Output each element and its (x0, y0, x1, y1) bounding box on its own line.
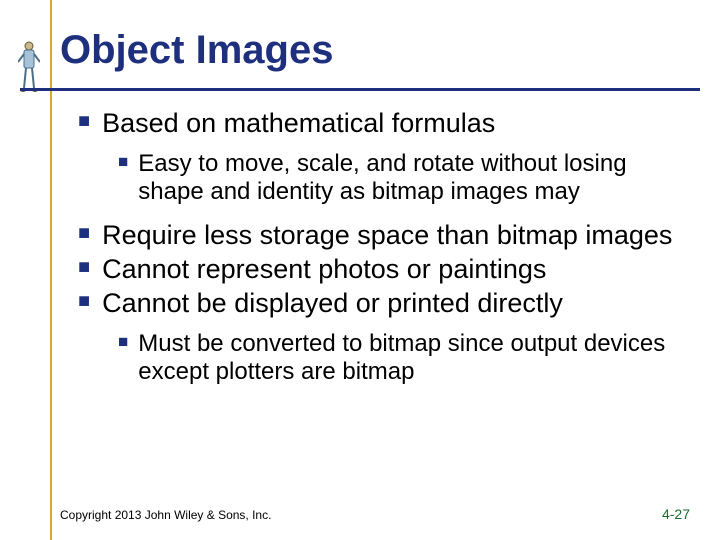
bullet-text: Require less storage space than bitmap i… (102, 220, 672, 252)
slide-title: Object Images (60, 28, 333, 73)
square-bullet-icon: ■ (78, 222, 90, 246)
bullet-text: Cannot be displayed or printed directly (102, 288, 563, 320)
copyright-text: Copyright 2013 John Wiley & Sons, Inc. (60, 508, 271, 522)
vertical-divider (50, 0, 52, 540)
content-area: ■ Based on mathematical formulas ■ Easy … (60, 108, 690, 401)
bullet-level1: ■ Based on mathematical formulas (78, 108, 690, 140)
square-bullet-icon: ■ (78, 256, 90, 280)
bullet-level1: ■ Cannot represent photos or paintings (78, 254, 690, 286)
bullet-text: Easy to move, scale, and rotate without … (138, 150, 690, 207)
square-bullet-icon: ■ (78, 110, 90, 134)
bullet-text: Cannot represent photos or paintings (102, 254, 546, 286)
bullet-level2: ■ Must be converted to bitmap since outp… (118, 330, 690, 387)
bullet-text: Based on mathematical formulas (102, 108, 495, 140)
square-bullet-icon: ■ (118, 332, 128, 352)
square-bullet-icon: ■ (78, 290, 90, 314)
character-illustration-icon (18, 40, 40, 95)
bullet-level2: ■ Easy to move, scale, and rotate withou… (118, 150, 690, 207)
title-underline (20, 88, 700, 91)
bullet-level1: ■ Require less storage space than bitmap… (78, 220, 690, 252)
bullet-level1: ■ Cannot be displayed or printed directl… (78, 288, 690, 320)
square-bullet-icon: ■ (118, 152, 128, 172)
bullet-text: Must be converted to bitmap since output… (138, 330, 690, 387)
page-number: 4-27 (662, 506, 690, 522)
